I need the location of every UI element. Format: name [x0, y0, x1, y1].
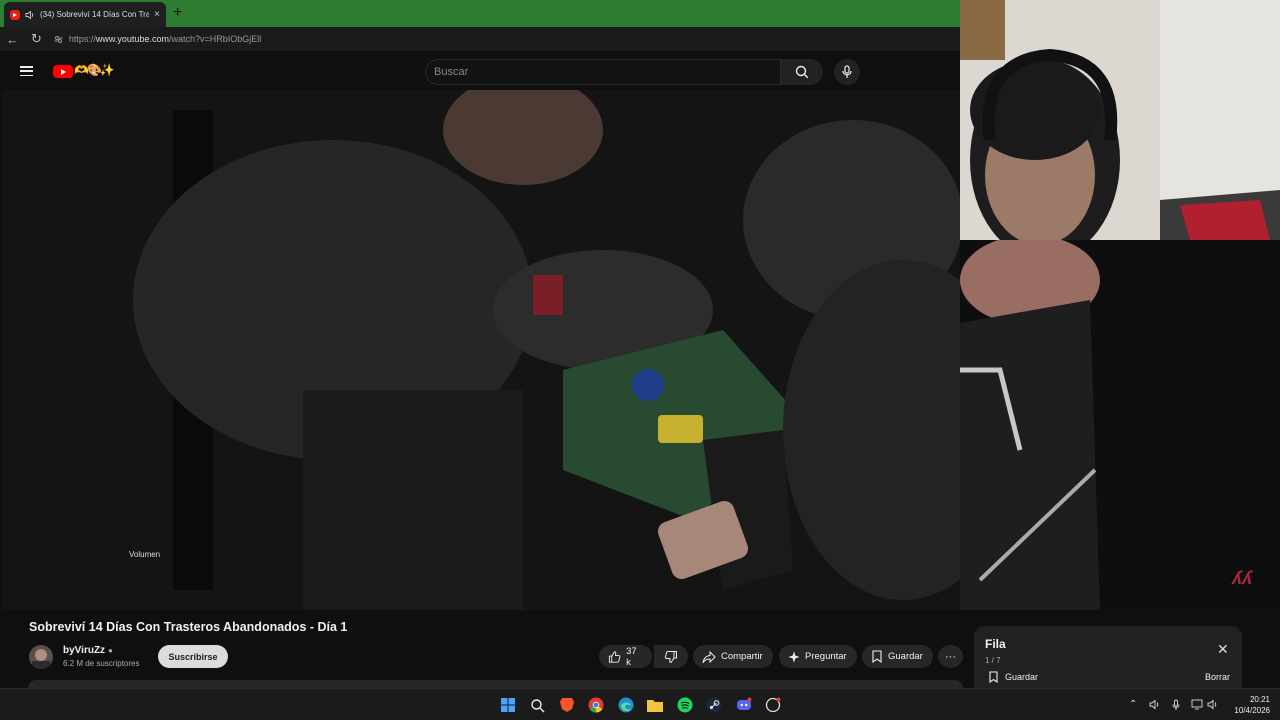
clock-time: 20:21 — [1249, 695, 1270, 704]
brave-browser-icon[interactable] — [559, 697, 575, 713]
edge-icon[interactable] — [618, 697, 634, 713]
tab-title: (34) Sobreviví 14 Días Con Tra — [40, 10, 150, 19]
youtube-masthead: 🫶🎨✨ Buscar — [0, 52, 960, 90]
search-button[interactable] — [781, 59, 823, 85]
reload-icon[interactable]: ↻ — [31, 31, 42, 47]
steam-icon[interactable] — [706, 697, 722, 713]
thumbs-down-icon — [664, 650, 677, 663]
more-actions-button[interactable]: ··· — [938, 645, 963, 668]
bookmark-icon — [872, 650, 882, 663]
video-frame — [3, 90, 960, 610]
volume-icon[interactable] — [1207, 699, 1219, 713]
video-right-panel — [920, 235, 1280, 610]
share-button[interactable]: Compartir — [693, 645, 773, 668]
microphone-icon — [842, 65, 852, 78]
browser-tab-strip: (34) Sobreviví 14 Días Con Tra × + — [0, 0, 960, 27]
webcam-overlay — [960, 0, 1280, 240]
share-label: Compartir — [721, 651, 763, 662]
search-icon — [795, 65, 809, 79]
system-clock[interactable]: 20:21 10/4/2026 — [1226, 694, 1270, 716]
back-arrow-icon[interactable]: ← — [6, 32, 19, 47]
video-player[interactable] — [3, 90, 960, 610]
like-button[interactable]: 37 k — [599, 645, 652, 668]
verified-icon: ● — [108, 646, 113, 655]
queue-count: 1 / 7 — [985, 656, 1001, 665]
queue-title: Fila — [985, 637, 1006, 651]
youtube-doodle-icon[interactable]: 🫶🎨✨ — [74, 63, 115, 77]
clock-date: 10/4/2026 — [1234, 706, 1270, 715]
ask-button[interactable]: Preguntar — [779, 645, 857, 668]
queue-panel: Fila 1 / 7 ✕ Guardar Borrar — [974, 626, 1242, 688]
url-path: /watch?v=HRbIObGjEll — [168, 34, 262, 44]
webcam-frame — [960, 0, 1280, 240]
windows-start-icon[interactable] — [500, 697, 516, 713]
channel-name[interactable]: byViruZz — [63, 645, 105, 656]
dislike-button[interactable] — [654, 645, 688, 668]
url-host: www.youtube.com — [95, 34, 169, 44]
search-input[interactable]: Buscar — [425, 59, 781, 85]
channel-avatar[interactable] — [29, 645, 53, 669]
tab-close-icon[interactable]: × — [154, 9, 160, 20]
windows-taskbar: ⌃ 20:21 10/4/2026 — [0, 688, 1280, 720]
save-label: Guardar — [888, 651, 923, 662]
spotify-icon[interactable] — [677, 697, 693, 713]
like-count: 37 k — [626, 645, 637, 668]
queue-save-button[interactable]: Guardar — [988, 671, 1038, 683]
network-icon[interactable] — [1191, 699, 1204, 713]
app-notification-icon[interactable] — [765, 697, 781, 713]
youtube-favicon-icon — [10, 9, 20, 20]
browser-tab-youtube[interactable]: (34) Sobreviví 14 Días Con Tra × — [4, 2, 166, 27]
address-bar-row: ← ↻ https://www.youtube.com/watch?v=HRbI… — [0, 27, 960, 52]
hamburger-menu-icon[interactable] — [20, 66, 33, 76]
new-tab-button[interactable]: + — [173, 4, 182, 22]
sparkle-icon — [788, 651, 800, 662]
volume-tooltip: Volumen — [129, 550, 161, 559]
file-explorer-icon[interactable] — [647, 697, 663, 713]
subscriber-count: 6.2 M de suscriptores — [63, 659, 140, 668]
right-panel-shapes — [920, 235, 1280, 610]
bookmark-icon — [989, 671, 998, 683]
youtube-logo-icon[interactable] — [53, 65, 73, 78]
chevron-up-icon[interactable]: ⌃ — [1129, 699, 1137, 710]
speaker-icon[interactable] — [1149, 699, 1161, 713]
speaker-icon[interactable] — [25, 10, 35, 20]
queue-save-label: Guardar — [1005, 672, 1039, 682]
discord-icon[interactable] — [736, 697, 752, 713]
site-info-icon[interactable] — [54, 35, 63, 44]
share-icon — [702, 650, 716, 663]
search-icon[interactable] — [529, 697, 545, 713]
url-field[interactable]: https://www.youtube.com/watch?v=HRbIObGj… — [54, 34, 261, 44]
video-title: Sobreviví 14 Días Con Trasteros Abandona… — [29, 620, 348, 634]
thumbs-up-icon — [608, 650, 621, 663]
ask-label: Preguntar — [805, 651, 847, 662]
channel-watermark-icon: ʎʎ — [1232, 568, 1253, 588]
close-icon[interactable]: ✕ — [1217, 642, 1229, 656]
voice-search-button[interactable] — [834, 59, 860, 85]
description-box[interactable] — [28, 680, 963, 688]
url-prefix: https:// — [68, 34, 96, 44]
chrome-icon[interactable] — [588, 697, 604, 713]
save-button[interactable]: Guardar — [862, 645, 933, 668]
microphone-icon[interactable] — [1172, 699, 1180, 714]
subscribe-button[interactable]: Suscribirse — [158, 645, 228, 668]
queue-clear-button[interactable]: Borrar — [1205, 672, 1230, 682]
